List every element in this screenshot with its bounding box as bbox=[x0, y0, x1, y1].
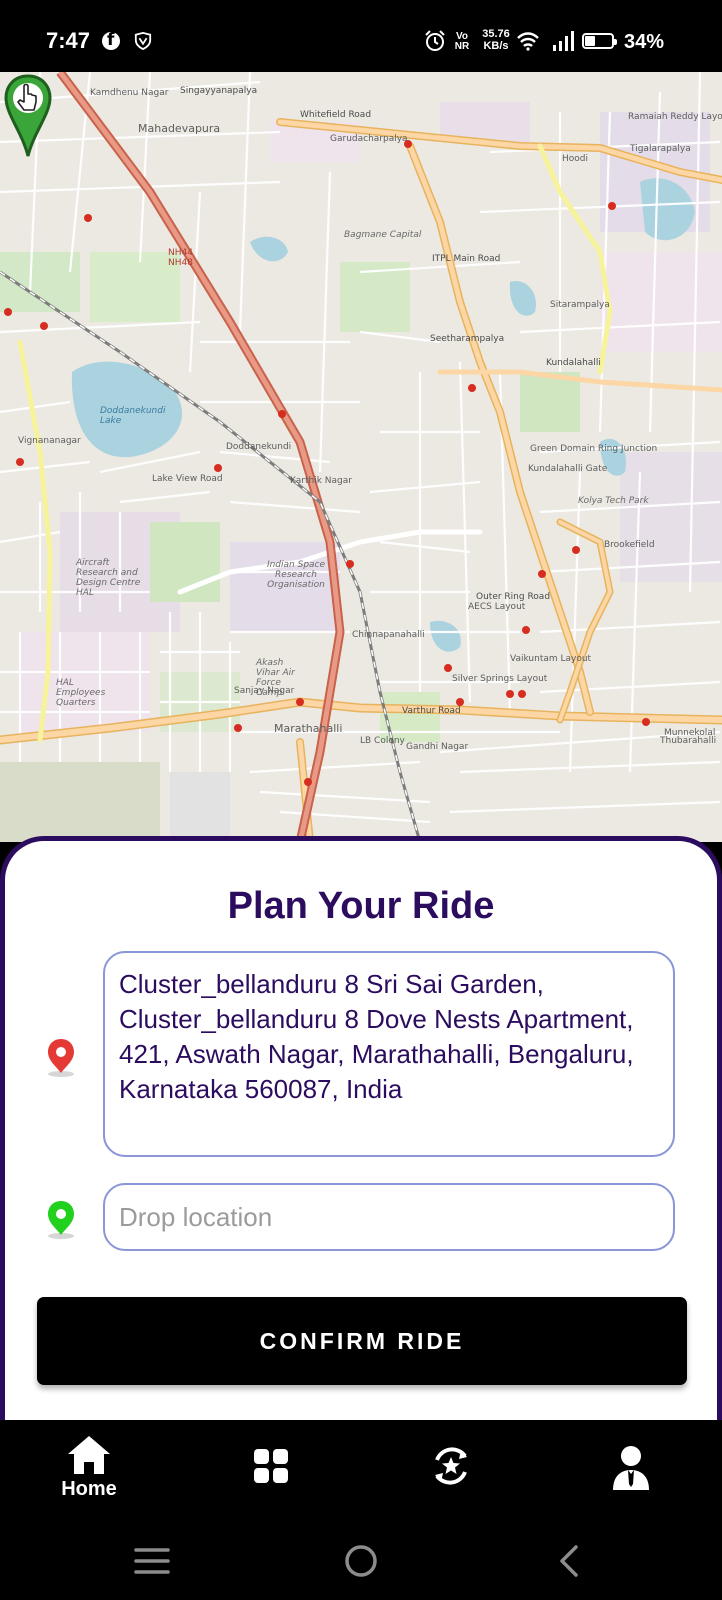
confirm-ride-button[interactable]: CONFIRM RIDE bbox=[37, 1297, 687, 1385]
drop-location-input[interactable]: Drop location bbox=[103, 1183, 675, 1251]
speed-unit: KB/s bbox=[483, 40, 509, 52]
map-label: Garudacharpalya bbox=[330, 134, 408, 144]
map-label: Chinnapanahalli bbox=[352, 630, 425, 640]
drop-pin-icon bbox=[48, 1201, 74, 1239]
facebook-icon bbox=[102, 30, 120, 50]
speed-value: 35.76 bbox=[482, 28, 510, 40]
map-label: Brookefield bbox=[604, 540, 655, 550]
map-label: HAL Employees Quarters bbox=[56, 678, 106, 708]
status-time: 7:47 bbox=[46, 28, 91, 53]
map-label: Silver Springs Layout bbox=[452, 674, 548, 684]
nav-home[interactable]: Home bbox=[44, 1434, 134, 1501]
map-label: Kamdhenu Nagar bbox=[90, 88, 169, 98]
pickup-location-input[interactable]: Cluster_bellanduru 8 Sri Sai Garden, Clu… bbox=[103, 951, 675, 1157]
map-label: Hoodi bbox=[562, 154, 588, 164]
map-label: Lake View Road bbox=[152, 474, 223, 484]
map-label: Indian Space Research Organisation bbox=[266, 560, 326, 590]
map-view[interactable]: Kamdhenu Nagar Mahadevapura Singayyanapa… bbox=[0, 72, 722, 842]
map-label: Ramaiah Reddy Layout bbox=[628, 112, 722, 122]
home-button-icon[interactable] bbox=[344, 1544, 378, 1578]
network-speed: 35.76 KB/s bbox=[478, 28, 514, 52]
map-label: Outer Ring Road bbox=[476, 592, 551, 602]
map-label: NH48 bbox=[168, 258, 193, 268]
menu-icon[interactable] bbox=[134, 1546, 170, 1576]
map-label: Karthik Nagar bbox=[290, 476, 352, 486]
map-label: Kundalahalli Gate bbox=[528, 464, 608, 474]
map-label: NH44 bbox=[168, 248, 193, 258]
battery-icon bbox=[582, 33, 617, 49]
home-icon bbox=[68, 1436, 110, 1474]
back-icon[interactable] bbox=[556, 1544, 580, 1578]
status-bar: 7:47 Vo NR 35.76 KB/s 34% bbox=[0, 0, 722, 72]
map-label: Singayyanapalya bbox=[180, 86, 258, 96]
nav-profile[interactable] bbox=[586, 1444, 676, 1490]
map-label: Munnekolal bbox=[664, 728, 716, 738]
map-label: Mahadevapura bbox=[138, 122, 221, 135]
map-label: LB Colony bbox=[360, 736, 405, 746]
map-label: Marathahalli bbox=[274, 722, 343, 735]
map-label: Bagmane Capital bbox=[344, 230, 422, 240]
map-label: ITPL Main Road bbox=[432, 254, 501, 264]
map-label: Doddanekundi bbox=[226, 442, 292, 452]
map-label: Vignananagar bbox=[18, 436, 81, 446]
map-label: Kundalahalli bbox=[546, 358, 601, 368]
battery-percent: 34% bbox=[624, 31, 665, 53]
volte-badge: Vo NR bbox=[454, 31, 470, 52]
map-label: Sitarampalya bbox=[550, 300, 610, 310]
vpn-shield-icon bbox=[134, 32, 152, 50]
map-label: Whitefield Road bbox=[300, 110, 372, 120]
signal-icon bbox=[553, 31, 574, 51]
profile-icon bbox=[613, 1446, 649, 1490]
map-label: Varthur Road bbox=[402, 706, 461, 716]
map-label: AECS Layout bbox=[468, 602, 526, 612]
map-label: Vaikuntam Layout bbox=[510, 654, 592, 664]
wifi-icon bbox=[517, 32, 539, 51]
location-pin-icon[interactable] bbox=[0, 72, 56, 158]
history-icon bbox=[435, 1447, 467, 1485]
nav-home-label: Home bbox=[61, 1478, 117, 1500]
bottom-navigation: Home bbox=[0, 1420, 722, 1520]
apps-icon bbox=[254, 1449, 288, 1483]
alarm-icon bbox=[424, 30, 446, 57]
nav-apps[interactable] bbox=[226, 1448, 316, 1484]
map-label: Aircraft Research and Design Centre HAL bbox=[76, 558, 141, 598]
nav-history[interactable] bbox=[406, 1444, 496, 1488]
pickup-pin-icon bbox=[48, 1039, 74, 1077]
map-tiles bbox=[0, 72, 722, 842]
map-label: Kolya Tech Park bbox=[578, 496, 649, 506]
map-label: Gandhi Nagar bbox=[406, 742, 469, 752]
map-label: Akash Vihar Air Force Camp bbox=[256, 658, 295, 698]
plan-ride-sheet: Plan Your Ride Cluster_bellanduru 8 Sri … bbox=[0, 836, 722, 1420]
map-label: Doddanekundi Lake bbox=[100, 406, 166, 426]
system-navigation bbox=[0, 1520, 722, 1600]
map-label: Tigalarapalya bbox=[630, 144, 691, 154]
sheet-title: Plan Your Ride bbox=[227, 885, 495, 927]
map-label: Green Domain Ring Junction bbox=[530, 444, 658, 454]
map-label: Seetharampalya bbox=[430, 334, 505, 344]
